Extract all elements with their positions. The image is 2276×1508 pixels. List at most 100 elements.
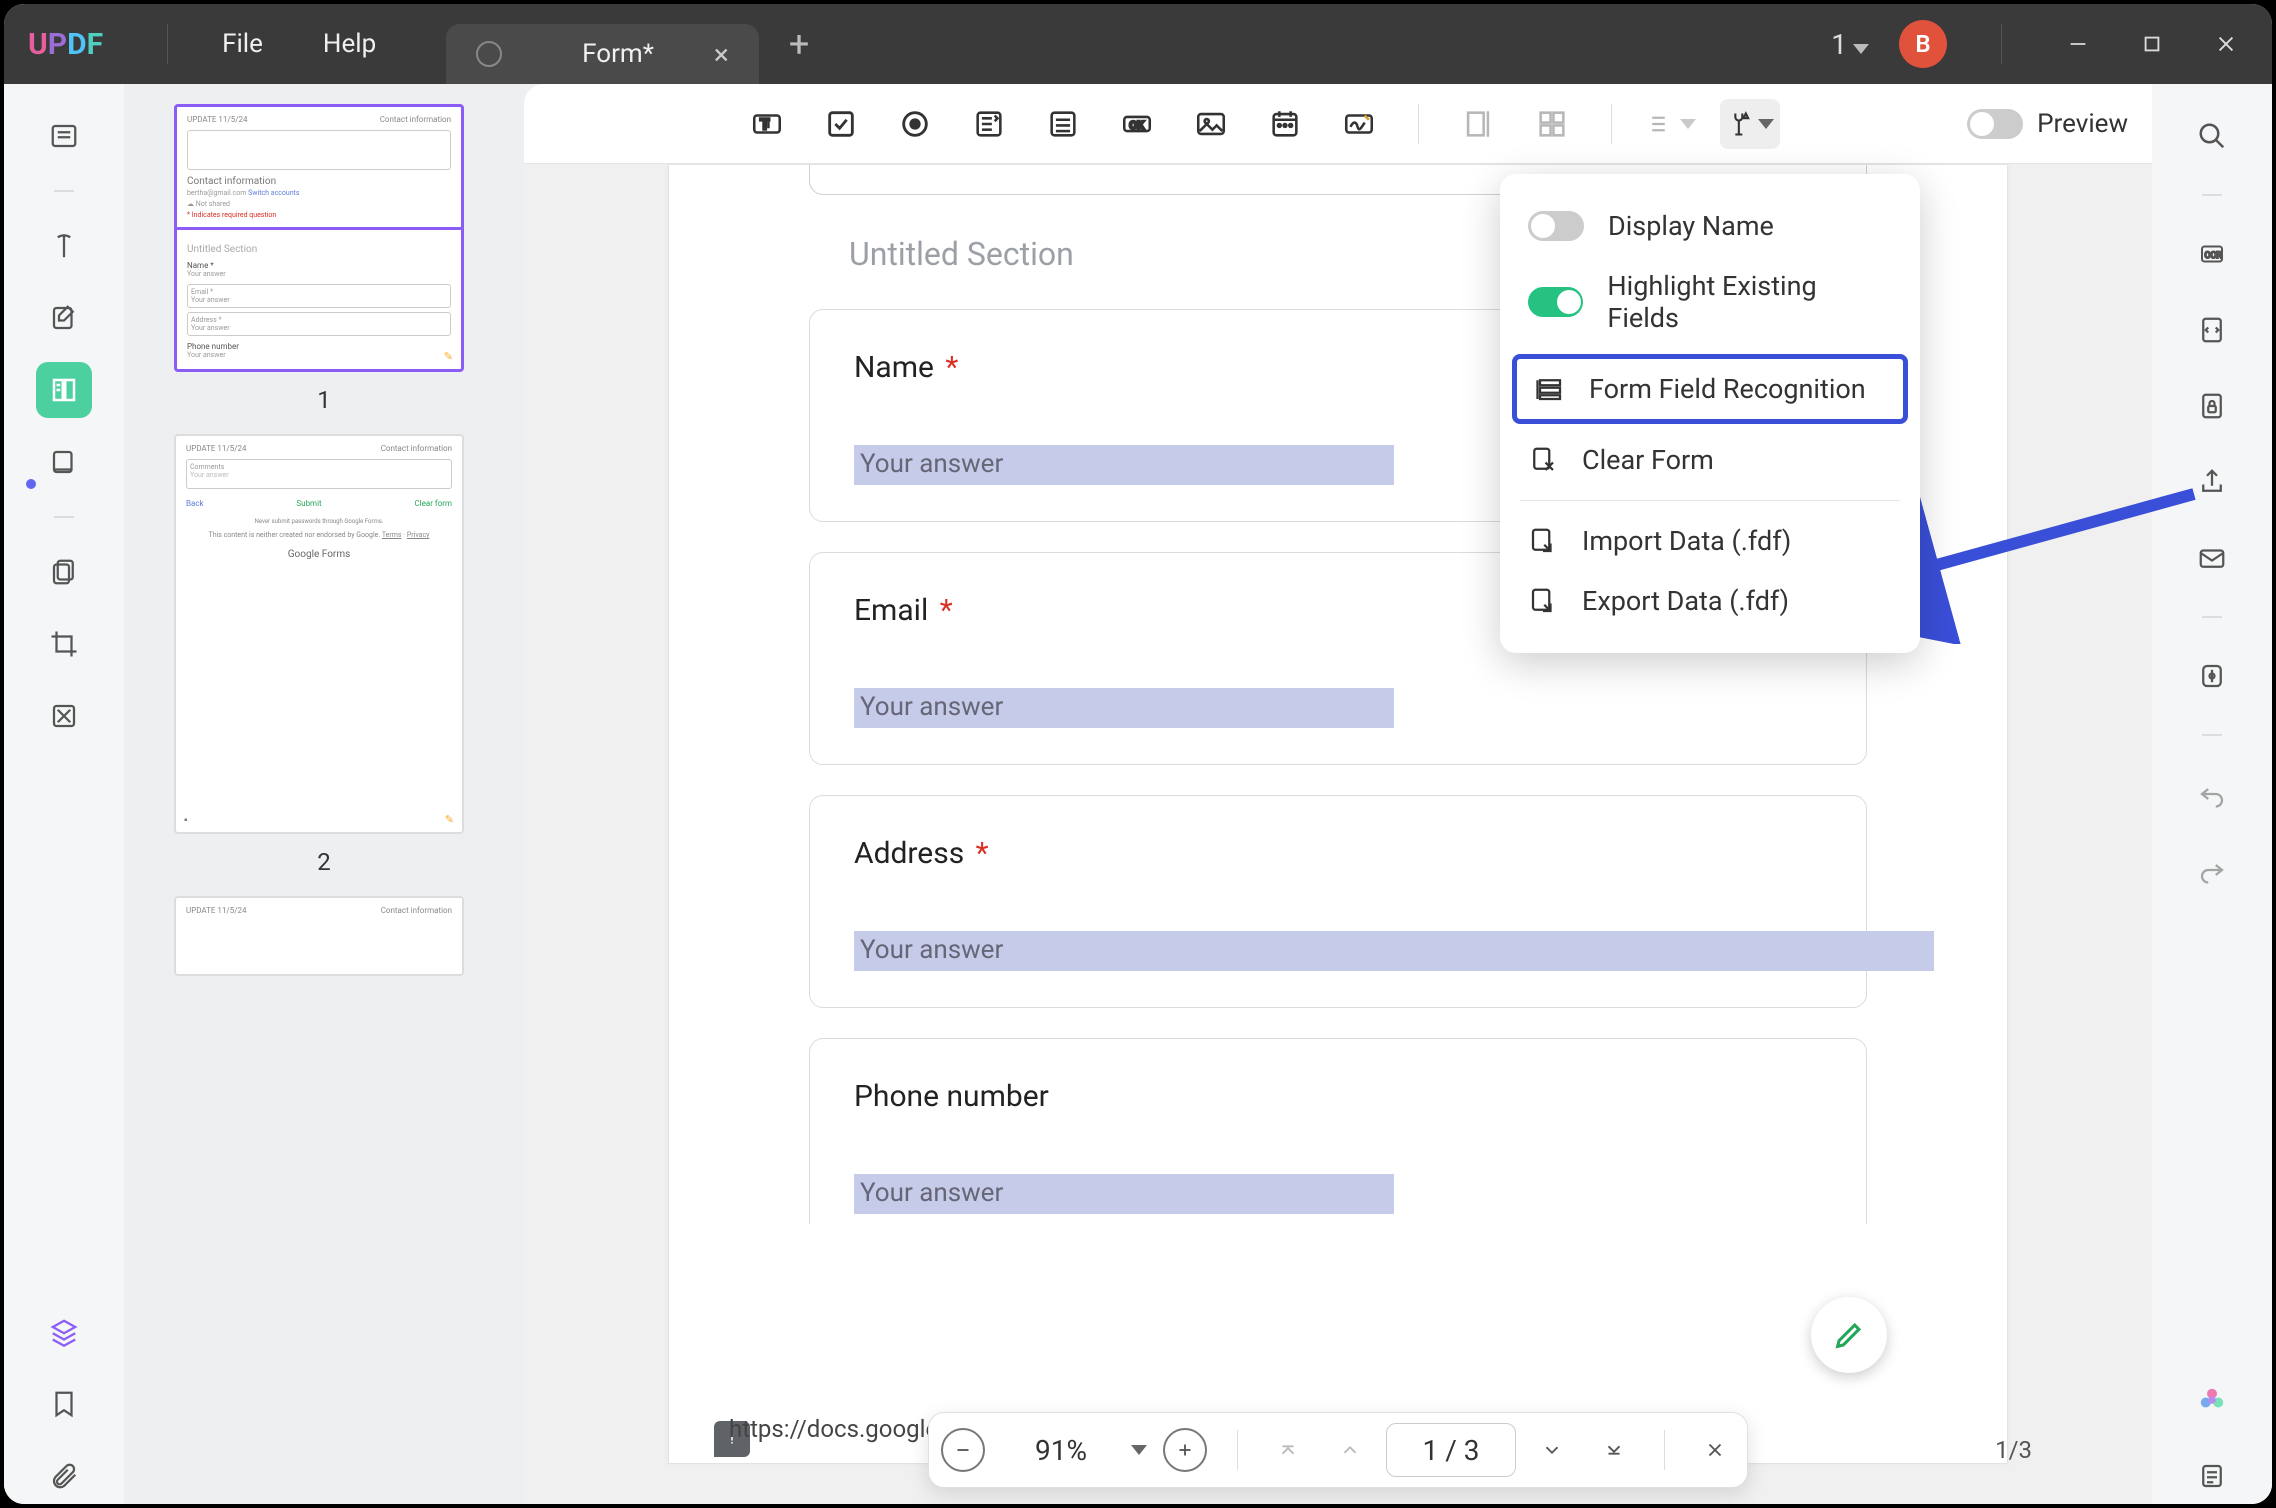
menu-clear-form[interactable]: Clear Form bbox=[1500, 430, 1920, 490]
page-controls: 91% bbox=[928, 1412, 1748, 1488]
edit-tool-icon[interactable] bbox=[36, 290, 92, 346]
question-label: Address * bbox=[854, 836, 1822, 871]
export-icon bbox=[1528, 586, 1558, 616]
user-avatar[interactable]: B bbox=[1899, 20, 1947, 68]
toggle-switch[interactable] bbox=[1967, 109, 2023, 139]
maximize-button[interactable] bbox=[2130, 22, 2174, 66]
thumbnail-item[interactable]: UPDATE 11/5/24Contact information bbox=[174, 896, 474, 976]
toggle-switch[interactable] bbox=[1528, 211, 1584, 241]
menu-form-field-recognition[interactable]: Form Field Recognition bbox=[1512, 354, 1908, 424]
close-strip-button[interactable] bbox=[1689, 1424, 1741, 1476]
question-label: Phone number bbox=[854, 1079, 1822, 1114]
first-page-button[interactable] bbox=[1262, 1424, 1314, 1476]
thumbnails-panel: UPDATE 11/5/24Contact information Contac… bbox=[124, 84, 524, 1504]
share-icon[interactable] bbox=[2184, 454, 2240, 510]
answer-field[interactable]: Your answer bbox=[854, 445, 1394, 485]
toggle-switch[interactable] bbox=[1528, 287, 1583, 317]
prev-page-button[interactable] bbox=[1324, 1424, 1376, 1476]
dropdown-tool-icon[interactable] bbox=[964, 99, 1014, 149]
button-tool-icon[interactable]: OK bbox=[1112, 99, 1162, 149]
separator bbox=[2202, 194, 2222, 196]
answer-field[interactable]: Your answer bbox=[854, 1174, 1394, 1214]
menu-highlight-fields[interactable]: Highlight Existing Fields bbox=[1500, 256, 1920, 348]
divider bbox=[167, 24, 168, 64]
close-window-button[interactable] bbox=[2204, 22, 2248, 66]
form-tool-icon[interactable] bbox=[36, 362, 92, 418]
distribute-tool-icon bbox=[1527, 99, 1577, 149]
edit-fab[interactable] bbox=[1811, 1297, 1887, 1373]
email-icon[interactable] bbox=[2184, 530, 2240, 586]
zoom-in-button[interactable] bbox=[1163, 1428, 1207, 1472]
listbox-tool-icon[interactable] bbox=[1038, 99, 1088, 149]
thumbnail-item[interactable]: UPDATE 11/5/24Contact information Commen… bbox=[174, 434, 474, 876]
radio-tool-icon[interactable] bbox=[890, 99, 940, 149]
redact-tool-icon[interactable] bbox=[36, 688, 92, 744]
convert-icon[interactable] bbox=[2184, 302, 2240, 358]
preview-toggle[interactable]: Preview bbox=[1967, 109, 2128, 139]
search-icon[interactable] bbox=[2184, 108, 2240, 164]
minimize-button[interactable] bbox=[2056, 22, 2100, 66]
divider bbox=[1237, 1430, 1238, 1470]
redo-icon[interactable] bbox=[2184, 842, 2240, 898]
thumbnail-item[interactable]: UPDATE 11/5/24Contact information Contac… bbox=[174, 104, 474, 414]
window-count[interactable]: 1 bbox=[1831, 28, 1869, 61]
align-tool-icon bbox=[1453, 99, 1503, 149]
compress-icon[interactable] bbox=[2184, 648, 2240, 704]
zoom-dropdown-icon[interactable] bbox=[1131, 1445, 1147, 1455]
question-card: Address * Your answer bbox=[809, 795, 1867, 1008]
page-number-input[interactable] bbox=[1386, 1423, 1516, 1477]
layers-icon[interactable] bbox=[36, 1304, 92, 1360]
active-indicator-dot bbox=[26, 479, 36, 489]
titlebar: UPDF File Help Form* × + 1 B bbox=[4, 4, 2272, 84]
menu-export-data[interactable]: Export Data (.fdf) bbox=[1500, 571, 1920, 631]
menu-help[interactable]: Help bbox=[323, 29, 376, 59]
menu-display-name[interactable]: Display Name bbox=[1500, 196, 1920, 256]
separator bbox=[54, 516, 74, 518]
document-tab[interactable]: Form* × bbox=[446, 24, 759, 84]
separator bbox=[2202, 616, 2222, 618]
app-logo: UPDF bbox=[28, 27, 103, 62]
form-tools-dropdown[interactable] bbox=[1720, 99, 1780, 149]
page-counter: 1/3 bbox=[1995, 1436, 2032, 1464]
protect-icon[interactable] bbox=[2184, 378, 2240, 434]
text-field-tool-icon[interactable]: T bbox=[742, 99, 792, 149]
comment-tool-icon[interactable] bbox=[36, 218, 92, 274]
divider bbox=[2001, 24, 2002, 64]
divider bbox=[1664, 1430, 1665, 1470]
notes-icon[interactable] bbox=[2184, 1448, 2240, 1504]
answer-field[interactable]: Your answer bbox=[854, 931, 1934, 971]
menu-separator bbox=[1520, 500, 1900, 501]
date-field-tool-icon[interactable] bbox=[1260, 99, 1310, 149]
pages-tool-icon[interactable] bbox=[36, 544, 92, 600]
bookmark-icon[interactable] bbox=[36, 1376, 92, 1432]
menu-import-data[interactable]: Import Data (.fdf) bbox=[1500, 511, 1920, 571]
checkbox-tool-icon[interactable] bbox=[816, 99, 866, 149]
ai-flower-icon[interactable] bbox=[2184, 1372, 2240, 1428]
divider bbox=[1418, 104, 1419, 144]
answer-field[interactable]: Your answer bbox=[854, 688, 1394, 728]
zoom-value[interactable]: 91% bbox=[1001, 1434, 1121, 1467]
zoom-out-button[interactable] bbox=[941, 1428, 985, 1472]
organize-tool-icon[interactable] bbox=[36, 434, 92, 490]
form-tools-menu: Display Name Highlight Existing Fields F… bbox=[1500, 174, 1920, 653]
close-tab-icon[interactable]: × bbox=[714, 38, 729, 71]
reader-mode-icon[interactable] bbox=[36, 108, 92, 164]
separator bbox=[2202, 734, 2222, 736]
last-page-button[interactable] bbox=[1588, 1424, 1640, 1476]
signature-tool-icon[interactable] bbox=[1334, 99, 1384, 149]
attachment-icon[interactable] bbox=[36, 1448, 92, 1504]
recognition-icon bbox=[1535, 374, 1565, 404]
preview-label: Preview bbox=[2037, 109, 2128, 139]
left-rail bbox=[4, 84, 124, 1504]
menu-file[interactable]: File bbox=[222, 29, 263, 59]
image-field-tool-icon[interactable] bbox=[1186, 99, 1236, 149]
import-icon bbox=[1528, 526, 1558, 556]
clear-icon bbox=[1528, 445, 1558, 475]
undo-icon[interactable] bbox=[2184, 766, 2240, 822]
ocr-icon[interactable]: OCR bbox=[2184, 226, 2240, 282]
tab-title: Form* bbox=[582, 39, 654, 69]
next-page-button[interactable] bbox=[1526, 1424, 1578, 1476]
crop-tool-icon[interactable] bbox=[36, 616, 92, 672]
new-tab-button[interactable]: + bbox=[789, 23, 809, 65]
thumb-number: 1 bbox=[174, 386, 474, 414]
